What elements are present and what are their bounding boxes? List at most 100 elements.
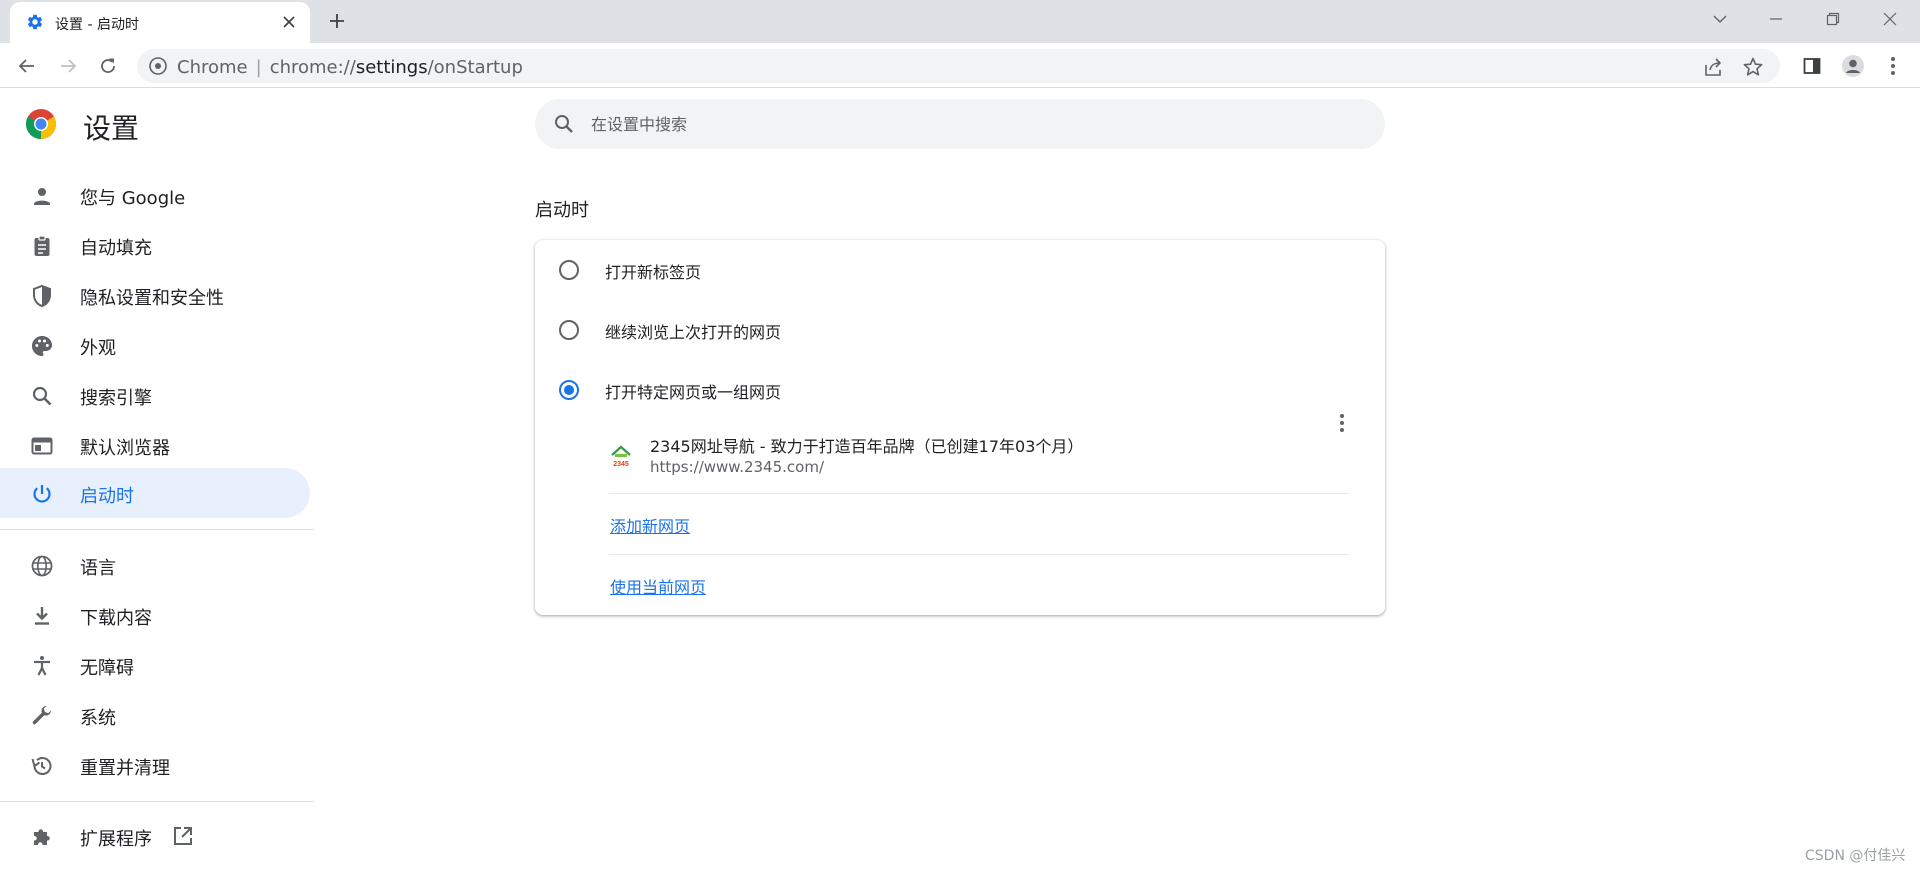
- forward-button[interactable]: [55, 53, 81, 79]
- browser-toolbar: Chrome | chrome://settings/onStartup: [0, 43, 1920, 88]
- omnibox-url: Chrome | chrome://settings/onStartup: [177, 57, 523, 78]
- sidebar-item-label: 搜索引擎: [80, 388, 152, 409]
- sidebar-item-label: 外观: [80, 338, 116, 359]
- sidebar-divider: [0, 801, 314, 802]
- site-favicon-icon: 2345: [611, 445, 631, 468]
- radio-button[interactable]: [559, 260, 579, 280]
- option-label: 继续浏览上次打开的网页: [605, 323, 782, 342]
- url-separator: |: [255, 57, 262, 78]
- sidebar-item-label: 下载内容: [80, 608, 152, 629]
- search-icon: [32, 386, 52, 406]
- url-host: settings: [355, 57, 428, 78]
- startup-options-card: 打开新标签页 继续浏览上次打开的网页 打开特定网页或一组网页 2345 2345…: [535, 240, 1385, 615]
- restore-icon: [1826, 12, 1840, 26]
- tab-title: 设置 - 启动时: [55, 17, 139, 33]
- close-icon: [283, 16, 295, 28]
- sidebar-item-downloads[interactable]: 下载内容: [0, 590, 310, 640]
- power-icon: [33, 485, 51, 503]
- more-vert-icon: [1891, 57, 1895, 75]
- tab-search-button[interactable]: [1702, 6, 1738, 32]
- download-icon: [35, 607, 49, 625]
- option-label: 打开新标签页: [605, 263, 702, 282]
- sidebar-item-label: 自动填充: [80, 238, 152, 259]
- section-title: 启动时: [535, 200, 589, 221]
- option-continue[interactable]: 继续浏览上次打开的网页: [535, 300, 1385, 360]
- card-divider: [609, 493, 1349, 494]
- back-button[interactable]: [14, 53, 40, 79]
- reload-button[interactable]: [95, 53, 121, 79]
- startup-page-title: 2345网址导航 - 致力于打造百年品牌（已创建17年03个月）: [650, 437, 1084, 456]
- restore-button[interactable]: [1815, 6, 1851, 32]
- palette-icon: [32, 336, 52, 356]
- minimize-icon: [1770, 18, 1782, 20]
- new-tab-button[interactable]: [324, 8, 350, 34]
- omnibox[interactable]: Chrome | chrome://settings/onStartup: [137, 49, 1780, 83]
- sidebar-item-appearance[interactable]: 外观: [0, 320, 310, 370]
- profile-button[interactable]: [1840, 53, 1866, 79]
- sidebar-divider: [0, 529, 314, 530]
- sidebar-item-label: 语言: [80, 558, 116, 579]
- close-window-button[interactable]: [1872, 6, 1908, 32]
- sidebar-item-you-and-google[interactable]: 您与 Google: [0, 170, 310, 220]
- startup-page-menu-button[interactable]: [1327, 408, 1357, 438]
- sidebar-item-label: 启动时: [80, 486, 134, 507]
- settings-title: 设置: [83, 112, 140, 145]
- sidebar-item-label: 默认浏览器: [80, 438, 170, 459]
- option-new-tab[interactable]: 打开新标签页: [535, 240, 1385, 300]
- sidebar-item-search-engine[interactable]: 搜索引擎: [0, 370, 310, 420]
- settings-sidebar: 设置 您与 Google 自动填充 隐私设置和安全性 外观 搜索引擎 默认浏览器…: [0, 88, 314, 871]
- sidebar-item-system[interactable]: 系统: [0, 690, 310, 740]
- close-icon: [1883, 12, 1897, 26]
- sidebar-item-label: 重置并清理: [80, 758, 170, 779]
- search-icon: [555, 115, 573, 133]
- url-scheme-label: Chrome: [177, 57, 248, 78]
- svg-text:2345: 2345: [613, 461, 629, 468]
- url-prefix: chrome://: [269, 57, 356, 78]
- radio-button-selected[interactable]: [559, 380, 579, 400]
- sidebar-item-privacy[interactable]: 隐私设置和安全性: [0, 270, 310, 320]
- globe-icon: [31, 555, 53, 577]
- sidebar-item-extensions[interactable]: 扩展程序: [0, 811, 310, 861]
- side-panel-button[interactable]: [1799, 53, 1825, 79]
- settings-search[interactable]: [535, 99, 1385, 149]
- browser-window-icon: [31, 437, 53, 455]
- side-panel-icon: [1803, 58, 1821, 74]
- share-icon[interactable]: [1703, 56, 1725, 78]
- watermark: CSDN @付佳兴: [1805, 848, 1906, 864]
- accessibility-icon: [34, 656, 50, 676]
- sidebar-item-accessibility[interactable]: 无障碍: [0, 640, 310, 690]
- chrome-logo-icon: [25, 109, 57, 139]
- sidebar-item-label: 系统: [80, 708, 116, 729]
- sidebar-item-label: 扩展程序: [80, 829, 152, 850]
- plus-icon: [330, 14, 344, 28]
- sidebar-item-label: 无障碍: [80, 658, 134, 679]
- tab-close-button[interactable]: [278, 11, 300, 33]
- sidebar-item-languages[interactable]: 语言: [0, 540, 310, 590]
- arrow-left-icon: [18, 59, 34, 73]
- bookmark-star-icon[interactable]: [1742, 56, 1764, 78]
- tab-settings[interactable]: 设置 - 启动时: [10, 2, 310, 43]
- sidebar-item-default-browser[interactable]: 默认浏览器: [0, 420, 310, 470]
- more-vert-icon: [1340, 414, 1344, 432]
- sidebar-item-on-startup[interactable]: 启动时: [0, 468, 310, 518]
- avatar-icon: [1842, 55, 1864, 77]
- option-label: 打开特定网页或一组网页: [605, 383, 782, 402]
- sidebar-item-autofill[interactable]: 自动填充: [0, 220, 310, 270]
- menu-button[interactable]: [1880, 53, 1906, 79]
- sidebar-item-reset[interactable]: 重置并清理: [0, 740, 310, 790]
- sidebar-item-label: 隐私设置和安全性: [80, 288, 224, 309]
- puzzle-icon: [34, 829, 50, 845]
- chrome-site-icon: [149, 57, 167, 75]
- startup-page-url: https://www.2345.com/: [650, 458, 824, 476]
- sidebar-item-label: 您与 Google: [80, 188, 186, 209]
- gear-icon: [27, 14, 43, 30]
- chevron-down-icon: [1713, 15, 1727, 23]
- option-specific-pages[interactable]: 打开特定网页或一组网页: [535, 360, 1385, 420]
- use-current-pages-link[interactable]: 使用当前网页: [610, 574, 706, 598]
- minimize-button[interactable]: [1758, 6, 1794, 32]
- add-page-link[interactable]: 添加新网页: [610, 513, 690, 537]
- search-input[interactable]: [591, 99, 1361, 149]
- radio-button[interactable]: [559, 320, 579, 340]
- url-path: /onStartup: [427, 57, 523, 78]
- person-icon: [34, 188, 50, 205]
